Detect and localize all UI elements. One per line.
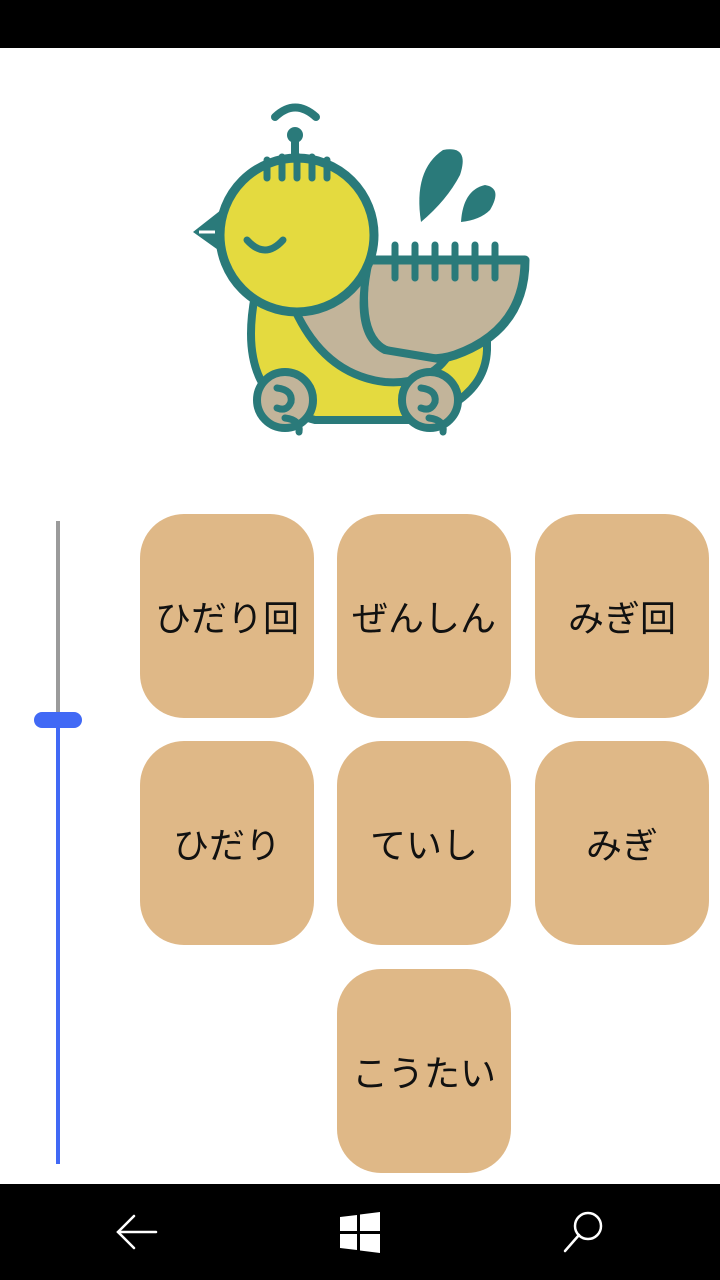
backward-button[interactable]: こうたい — [337, 969, 511, 1173]
robot-bird-logo — [193, 103, 530, 436]
slider-track-remaining — [56, 521, 60, 720]
status-bar — [0, 0, 720, 48]
back-arrow-icon[interactable] — [112, 1208, 160, 1256]
stop-button[interactable]: ていし — [337, 741, 511, 945]
windows-icon[interactable] — [336, 1208, 384, 1256]
slider-thumb[interactable] — [34, 712, 82, 728]
main-content: ひだり回 ぜんしん みぎ回 ひだり ていし みぎ こうたい — [0, 48, 720, 1184]
forward-button[interactable]: ぜんしん — [337, 514, 511, 718]
turn-left-button[interactable]: ひだり回 — [140, 514, 314, 718]
left-button[interactable]: ひだり — [140, 741, 314, 945]
search-icon[interactable] — [560, 1208, 608, 1256]
right-button[interactable]: みぎ — [535, 741, 709, 945]
turn-right-button[interactable]: みぎ回 — [535, 514, 709, 718]
slider-track-filled — [56, 720, 60, 1164]
speed-slider[interactable] — [28, 521, 88, 1164]
navigation-bar — [0, 1184, 720, 1280]
